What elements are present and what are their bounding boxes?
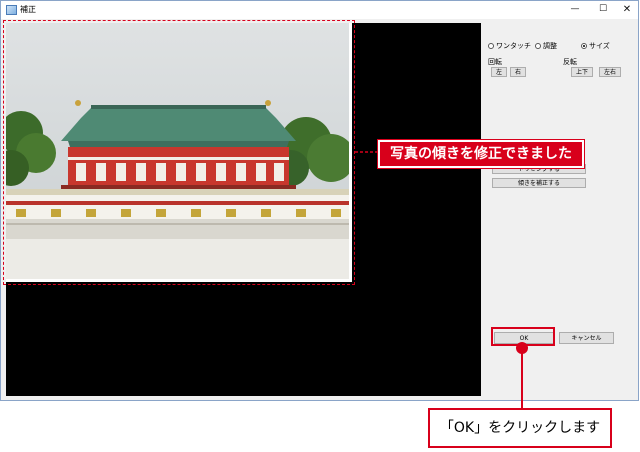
rotate-left-button[interactable]: 左 <box>491 67 507 77</box>
flip-horizontal-button[interactable]: 左右 <box>599 67 621 77</box>
radio-icon <box>535 43 541 49</box>
flip-label: 反転 <box>563 58 577 66</box>
minimize-button[interactable]: — <box>561 1 589 19</box>
instruction-label: 「OK」をクリックします <box>428 408 612 448</box>
rotate-right-button[interactable]: 右 <box>510 67 526 77</box>
title-bar: 補正 — ☐ ✕ <box>1 1 638 19</box>
radio-icon <box>488 43 494 49</box>
mode-onetouch[interactable]: ワンタッチ <box>488 41 531 51</box>
cancel-button[interactable]: キャンセル <box>559 332 614 344</box>
tilt-correct-button[interactable]: 傾きを補正する <box>492 178 586 188</box>
radio-selected-icon <box>581 43 587 49</box>
app-icon <box>6 5 17 15</box>
close-button[interactable]: ✕ <box>613 1 640 19</box>
window-title: 補正 <box>20 5 36 14</box>
mode-adjust[interactable]: 調整 <box>535 41 557 51</box>
rotate-label: 回転 <box>488 58 502 66</box>
photo-highlight-frame <box>3 20 355 285</box>
ok-highlight-box <box>491 327 555 346</box>
callout-tilt-fixed: 写真の傾きを修正できました <box>378 140 584 168</box>
flip-vertical-button[interactable]: 上下 <box>571 67 593 77</box>
mode-size[interactable]: サイズ <box>581 41 610 51</box>
